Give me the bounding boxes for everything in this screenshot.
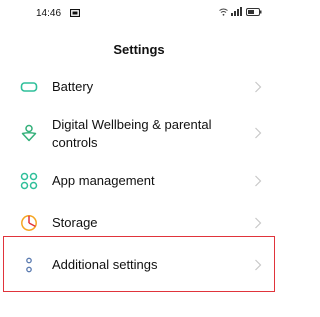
settings-item-label: Digital Wellbeing & parental bbox=[52, 117, 212, 132]
status-time: 14:46 bbox=[36, 8, 62, 19]
signal-icon bbox=[231, 7, 242, 16]
page-title: Settings bbox=[113, 42, 165, 57]
settings-item-app-management[interactable]: App management bbox=[0, 170, 278, 192]
settings-item-battery[interactable]: Battery bbox=[0, 76, 278, 98]
chevron-right-icon bbox=[255, 217, 262, 229]
battery-icon bbox=[20, 82, 38, 92]
battery-icon bbox=[246, 7, 262, 16]
chevron-right-icon bbox=[255, 175, 262, 187]
settings-item-label: Battery bbox=[52, 79, 94, 94]
more-icon bbox=[26, 257, 32, 273]
settings-item-label-line2: controls bbox=[52, 135, 98, 150]
apps-icon bbox=[20, 172, 38, 190]
settings-item-storage[interactable]: Storage bbox=[0, 212, 278, 234]
notification-icon bbox=[70, 9, 80, 17]
chevron-right-icon bbox=[255, 81, 262, 93]
wifi-icon bbox=[219, 8, 228, 16]
settings-item-additional-settings[interactable]: Additional settings bbox=[0, 254, 278, 276]
settings-item-digital-wellbeing[interactable]: Digital Wellbeing & parental controls bbox=[0, 114, 278, 154]
storage-icon bbox=[21, 215, 37, 231]
settings-item-label: Storage bbox=[52, 215, 98, 230]
chevron-right-icon bbox=[255, 127, 262, 139]
settings-item-label: App management bbox=[52, 173, 155, 188]
status-bar: 14:46 bbox=[0, 0, 278, 26]
wellbeing-icon bbox=[21, 124, 37, 142]
settings-item-label: Additional settings bbox=[52, 257, 158, 272]
chevron-right-icon bbox=[255, 259, 262, 271]
status-icons bbox=[219, 7, 262, 16]
